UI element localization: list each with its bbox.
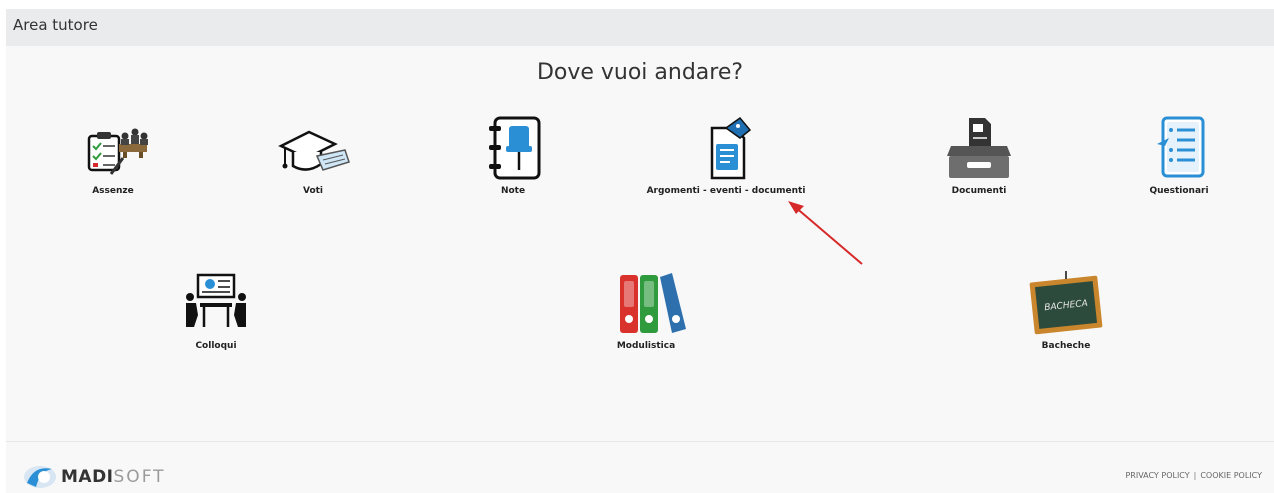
tile-note[interactable]: Note	[423, 116, 603, 196]
logo-text-light: SOFT	[113, 467, 166, 487]
tile-label: Voti	[302, 186, 324, 196]
tile-label: Modulistica	[616, 341, 676, 351]
tile-argomenti-eventi-documenti[interactable]: Argomenti - eventi - documenti	[636, 116, 816, 196]
annotation-arrow-icon	[788, 201, 863, 265]
logo-text-bold: MADI	[61, 467, 114, 487]
footer-links: PRIVACY POLICY | COOKIE POLICY	[1125, 471, 1262, 480]
header-title: Area tutore	[13, 16, 98, 34]
madisoft-logo: MADI SOFT	[22, 462, 166, 492]
tile-label: Questionari	[1149, 186, 1209, 196]
tile-label: Note	[500, 186, 526, 196]
tile-label: Colloqui	[195, 341, 237, 351]
tile-documenti[interactable]: Documenti	[889, 116, 1069, 196]
page-frame: Area tutore Dove vuoi andare? Assenze Vo…	[6, 9, 1274, 493]
tile-bacheche[interactable]: BACHECA Bacheche	[976, 271, 1156, 351]
logo-swirl-icon	[24, 466, 56, 488]
tile-assenze[interactable]: Assenze	[23, 116, 203, 196]
tile-label: Documenti	[951, 186, 1007, 196]
tile-questionari[interactable]: Questionari	[1089, 116, 1269, 196]
document-tray-icon	[889, 116, 1069, 180]
graduation-cap-icon	[223, 116, 403, 180]
page-heading: Dove vuoi andare?	[536, 60, 744, 85]
tile-voti[interactable]: Voti	[223, 116, 403, 196]
blackboard-icon: BACHECA	[976, 271, 1156, 335]
tile-label: Assenze	[92, 186, 134, 196]
document-tag-icon	[636, 116, 816, 180]
meeting-icon	[126, 271, 306, 335]
header-bar: Area tutore	[6, 9, 1274, 46]
binders-icon	[556, 271, 736, 335]
tile-label: Bacheche	[1041, 341, 1091, 351]
cookie-policy-link[interactable]: COOKIE POLICY	[1200, 471, 1262, 480]
tile-colloqui[interactable]: Colloqui	[126, 271, 306, 351]
notebook-pin-icon	[423, 116, 603, 180]
questionnaire-icon	[1089, 116, 1269, 180]
privacy-policy-link[interactable]: PRIVACY POLICY	[1125, 471, 1189, 480]
footer-separator: |	[1193, 471, 1197, 480]
footer-divider	[6, 441, 1274, 442]
tile-modulistica[interactable]: Modulistica	[556, 271, 736, 351]
attendance-icon	[23, 116, 203, 180]
